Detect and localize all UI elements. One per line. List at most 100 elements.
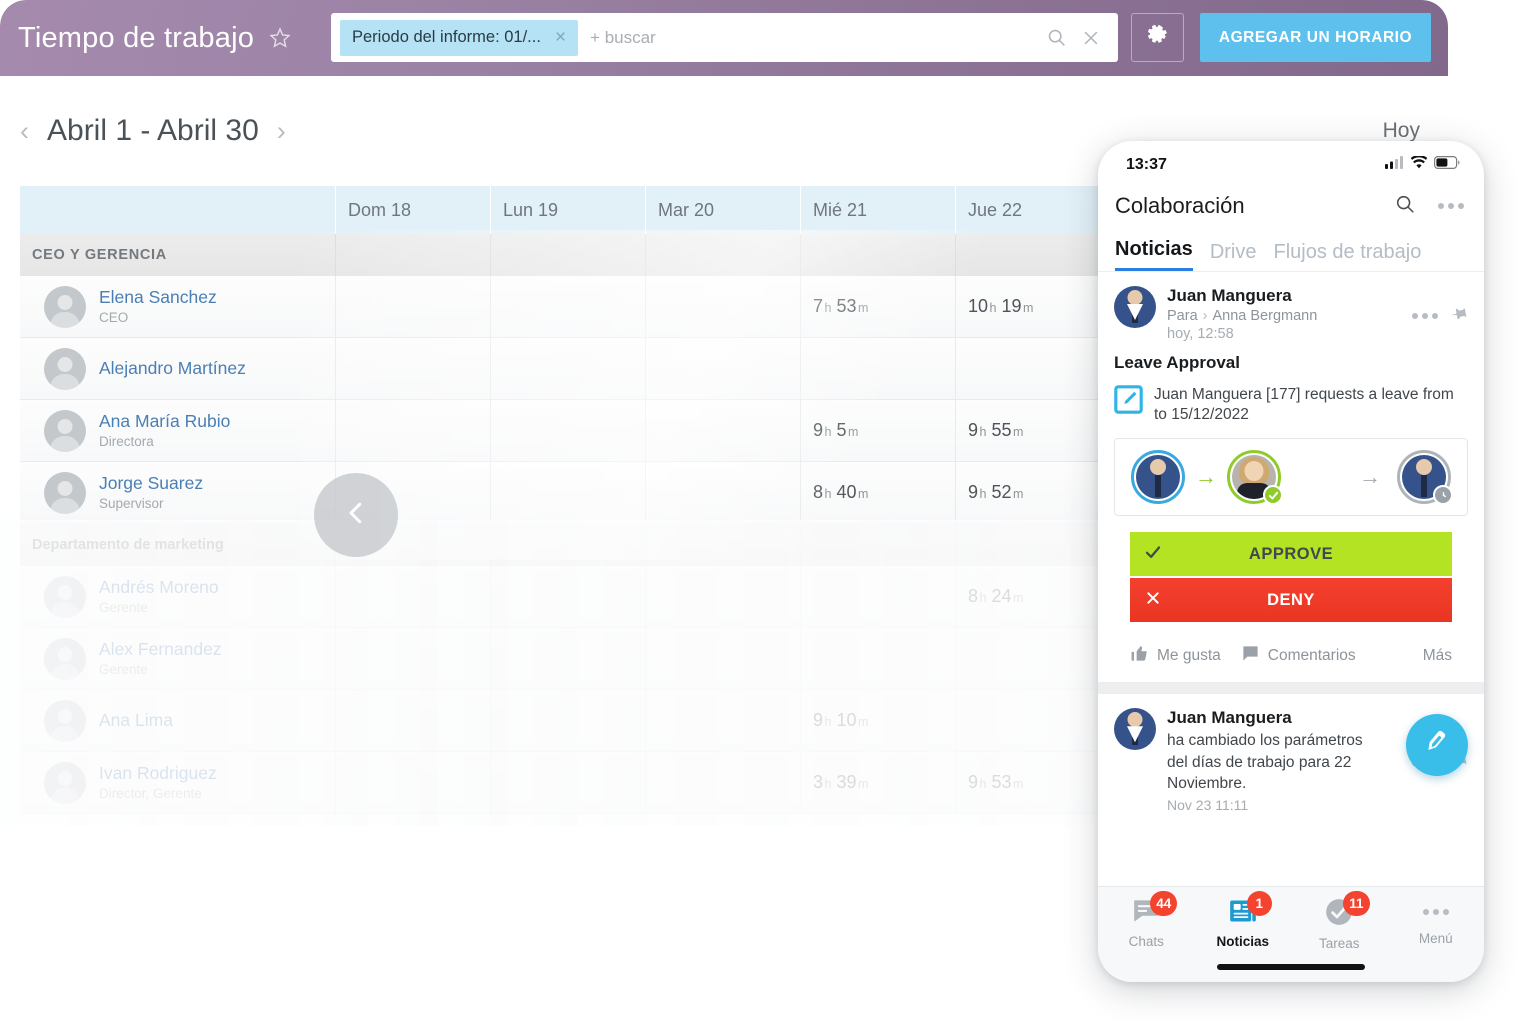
search-filter-chip[interactable]: Periodo del informe: 01/... × bbox=[340, 20, 578, 56]
avatar-requester-icon bbox=[1131, 450, 1185, 504]
post-subject: Leave Approval bbox=[1114, 353, 1468, 373]
more-horizontal-icon[interactable] bbox=[1412, 313, 1438, 319]
employee-name[interactable]: Ana María Rubio bbox=[99, 411, 230, 431]
time-cell[interactable] bbox=[335, 752, 490, 813]
tab-chats[interactable]: 44 Chats bbox=[1098, 898, 1195, 949]
approve-button[interactable]: APPROVE bbox=[1130, 532, 1452, 576]
tab-tareas[interactable]: 11 Tareas bbox=[1291, 898, 1388, 951]
employee-name[interactable]: Ana Lima bbox=[99, 710, 173, 730]
time-cell[interactable] bbox=[490, 752, 645, 813]
tab-drive[interactable]: Drive bbox=[1210, 241, 1257, 271]
time-cell[interactable] bbox=[335, 566, 490, 627]
time-value: 9h5m bbox=[813, 420, 863, 441]
compose-button[interactable] bbox=[1406, 714, 1468, 776]
like-button[interactable]: Me gusta bbox=[1130, 644, 1221, 668]
time-cell[interactable] bbox=[645, 566, 800, 627]
avatar bbox=[44, 576, 86, 618]
time-cell[interactable] bbox=[490, 628, 645, 689]
time-cell[interactable] bbox=[955, 690, 1110, 751]
time-cell[interactable] bbox=[335, 690, 490, 751]
avatar bbox=[44, 348, 86, 390]
post-body: ha cambiado los parámetros del días de t… bbox=[1167, 730, 1367, 794]
close-icon[interactable]: × bbox=[555, 28, 566, 47]
home-indicator bbox=[1217, 964, 1365, 970]
group-day-cell bbox=[490, 234, 645, 276]
employee-name[interactable]: Alex Fernandez bbox=[99, 639, 222, 659]
today-button[interactable]: Hoy bbox=[1383, 119, 1420, 143]
time-cell[interactable] bbox=[645, 752, 800, 813]
more-horizontal-icon[interactable] bbox=[1438, 203, 1464, 209]
time-cell[interactable] bbox=[490, 400, 645, 461]
time-cell[interactable] bbox=[645, 400, 800, 461]
grid-header-day: Jue 22 bbox=[955, 186, 1110, 234]
time-cell[interactable]: 3h39m bbox=[800, 752, 955, 813]
feed-divider bbox=[1098, 682, 1484, 694]
time-cell[interactable] bbox=[490, 338, 645, 399]
employee-cell: Elena SanchezCEO bbox=[20, 276, 335, 337]
comments-label: Comentarios bbox=[1268, 647, 1356, 665]
time-cell[interactable] bbox=[645, 462, 800, 523]
time-cell[interactable] bbox=[335, 400, 490, 461]
phone-status-bar: 13:37 bbox=[1098, 141, 1484, 181]
time-cell[interactable]: 9h53m bbox=[955, 752, 1110, 813]
time-cell[interactable] bbox=[645, 628, 800, 689]
chevron-right-icon[interactable]: › bbox=[277, 118, 286, 145]
time-cell[interactable] bbox=[645, 690, 800, 751]
close-icon[interactable] bbox=[1081, 28, 1101, 48]
star-icon[interactable] bbox=[268, 26, 292, 50]
time-cell[interactable] bbox=[335, 338, 490, 399]
time-cell[interactable]: 10h19m bbox=[955, 276, 1110, 337]
search-bar[interactable]: Periodo del informe: 01/... × + buscar bbox=[331, 13, 1118, 62]
employee-name[interactable]: Elena Sanchez bbox=[99, 287, 217, 307]
tab-noticias[interactable]: Noticias bbox=[1115, 238, 1193, 271]
employee-role: Supervisor bbox=[99, 496, 203, 512]
time-cell[interactable] bbox=[490, 276, 645, 337]
edit-document-icon bbox=[1114, 385, 1143, 414]
time-cell[interactable] bbox=[490, 566, 645, 627]
add-schedule-button[interactable]: AGREGAR UN HORARIO bbox=[1200, 13, 1431, 62]
time-cell[interactable] bbox=[645, 276, 800, 337]
time-cell[interactable]: 9h52m bbox=[955, 462, 1110, 523]
employee-name[interactable]: Andrés Moreno bbox=[99, 577, 219, 597]
time-cell[interactable] bbox=[800, 566, 955, 627]
time-cell[interactable] bbox=[955, 338, 1110, 399]
time-cell[interactable] bbox=[800, 338, 955, 399]
search-input[interactable]: + buscar bbox=[590, 28, 1046, 48]
search-icon[interactable] bbox=[1046, 27, 1067, 48]
avatar-approver-icon bbox=[1227, 450, 1281, 504]
time-cell[interactable]: 7h53m bbox=[800, 276, 955, 337]
time-cell[interactable] bbox=[335, 628, 490, 689]
time-cell[interactable]: 9h10m bbox=[800, 690, 955, 751]
time-cell[interactable] bbox=[490, 462, 645, 523]
chevron-right-icon: › bbox=[1203, 308, 1208, 324]
employee-cell: Ana Lima bbox=[20, 690, 335, 751]
tab-noticias[interactable]: 1 Noticias bbox=[1195, 898, 1292, 949]
chevron-left-icon[interactable]: ‹ bbox=[20, 118, 29, 145]
employee-name[interactable]: Alejandro Martínez bbox=[99, 358, 246, 378]
more-button[interactable]: Más bbox=[1423, 647, 1452, 665]
scroll-left-button[interactable] bbox=[314, 473, 398, 557]
time-cell[interactable]: 9h5m bbox=[800, 400, 955, 461]
news-feed: Juan Manguera Para›Anna Bergmann hoy, 12… bbox=[1098, 271, 1484, 813]
time-cell[interactable]: 8h24m bbox=[955, 566, 1110, 627]
employee-name[interactable]: Ivan Rodriguez bbox=[99, 763, 217, 783]
time-cell[interactable]: 9h55m bbox=[955, 400, 1110, 461]
badge-count: 11 bbox=[1343, 891, 1369, 916]
time-cell[interactable] bbox=[800, 628, 955, 689]
comments-button[interactable]: Comentarios bbox=[1241, 644, 1356, 668]
time-cell[interactable]: 8h40m bbox=[800, 462, 955, 523]
time-value: 10h19m bbox=[968, 296, 1038, 317]
tab-menu[interactable]: Menú bbox=[1388, 898, 1485, 946]
tab-flujos-de-trabajo[interactable]: Flujos de trabajo bbox=[1273, 241, 1421, 271]
employee-role: Gerente bbox=[99, 662, 222, 678]
time-cell[interactable] bbox=[645, 338, 800, 399]
pin-icon[interactable] bbox=[1451, 305, 1468, 327]
time-cell[interactable] bbox=[490, 690, 645, 751]
employee-name[interactable]: Jorge Suarez bbox=[99, 473, 203, 493]
time-cell[interactable] bbox=[955, 628, 1110, 689]
deny-button[interactable]: DENY bbox=[1130, 578, 1452, 622]
settings-button[interactable] bbox=[1131, 13, 1184, 62]
badge-count: 44 bbox=[1150, 891, 1177, 916]
search-icon[interactable] bbox=[1394, 193, 1416, 220]
time-cell[interactable] bbox=[335, 276, 490, 337]
